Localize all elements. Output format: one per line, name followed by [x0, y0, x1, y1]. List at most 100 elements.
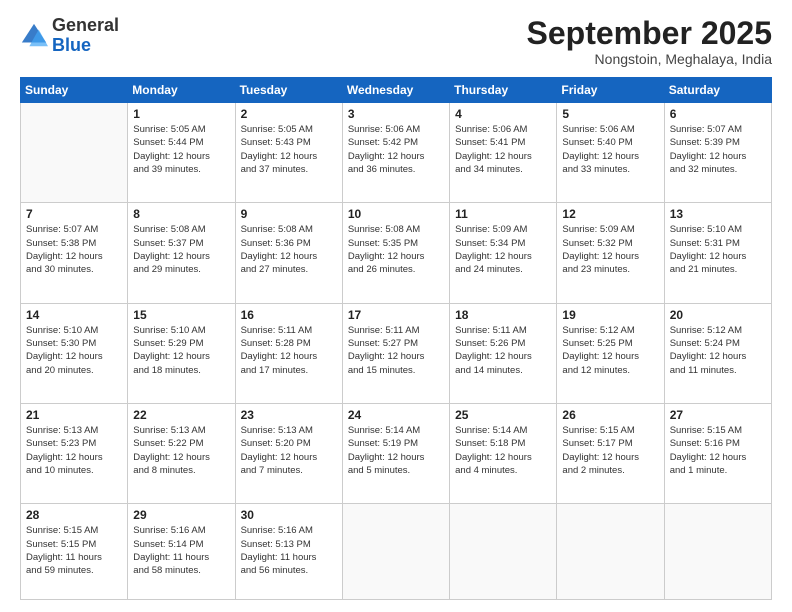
day-number: 21 [26, 408, 122, 422]
table-row: 1 Sunrise: 5:05 AM Sunset: 5:44 PM Daylig… [128, 103, 235, 203]
day-info: Sunrise: 5:15 AM Sunset: 5:16 PM Dayligh… [670, 424, 766, 477]
day-info: Sunrise: 5:12 AM Sunset: 5:24 PM Dayligh… [670, 324, 766, 377]
col-friday: Friday [557, 78, 664, 103]
table-row [342, 504, 449, 600]
table-row: 28Sunrise: 5:15 AM Sunset: 5:15 PM Dayli… [21, 504, 128, 600]
day-number: 14 [26, 308, 122, 322]
day-info: Sunrise: 5:07 AM Sunset: 5:38 PM Dayligh… [26, 223, 122, 276]
day-number: 30 [241, 508, 337, 522]
day-number: 25 [455, 408, 551, 422]
table-row: 6 Sunrise: 5:07 AM Sunset: 5:39 PM Daylig… [664, 103, 771, 203]
day-number: 20 [670, 308, 766, 322]
day-number: 29 [133, 508, 229, 522]
table-row [664, 504, 771, 600]
day-number: 3 [348, 107, 444, 121]
header: General Blue September 2025 Nongstoin, M… [20, 16, 772, 67]
table-row: 23Sunrise: 5:13 AM Sunset: 5:20 PM Dayli… [235, 404, 342, 504]
day-number: 2 [241, 107, 337, 121]
day-number: 8 [133, 207, 229, 221]
day-number: 17 [348, 308, 444, 322]
table-row: 26 Sunrise: 5:15 AM Sunset: 5:17 PM Dayli… [557, 404, 664, 504]
location-subtitle: Nongstoin, Meghalaya, India [527, 51, 772, 67]
table-row: 3 Sunrise: 5:06 AM Sunset: 5:42 PM Daylig… [342, 103, 449, 203]
day-number: 11 [455, 207, 551, 221]
table-row: 30 Sunrise: 5:16 AM Sunset: 5:13 PM Dayli… [235, 504, 342, 600]
day-info: Sunrise: 5:11 AM Sunset: 5:27 PM Dayligh… [348, 324, 444, 377]
col-wednesday: Wednesday [342, 78, 449, 103]
day-number: 16 [241, 308, 337, 322]
month-title: September 2025 [527, 16, 772, 51]
table-row: 16 Sunrise: 5:11 AM Sunset: 5:28 PM Dayli… [235, 303, 342, 403]
day-info: Sunrise: 5:08 AM Sunset: 5:37 PM Dayligh… [133, 223, 229, 276]
calendar-header-row: Sunday Monday Tuesday Wednesday Thursday… [21, 78, 772, 103]
day-number: 18 [455, 308, 551, 322]
page: General Blue September 2025 Nongstoin, M… [0, 0, 792, 612]
table-row: 27 Sunrise: 5:15 AM Sunset: 5:16 PM Dayli… [664, 404, 771, 504]
table-row: 4 Sunrise: 5:06 AM Sunset: 5:41 PM Daylig… [450, 103, 557, 203]
day-info: Sunrise: 5:08 AM Sunset: 5:35 PM Dayligh… [348, 223, 444, 276]
day-info: Sunrise: 5:11 AM Sunset: 5:28 PM Dayligh… [241, 324, 337, 377]
day-info: Sunrise: 5:06 AM Sunset: 5:42 PM Dayligh… [348, 123, 444, 176]
day-number: 12 [562, 207, 658, 221]
table-row: 20 Sunrise: 5:12 AM Sunset: 5:24 PM Dayli… [664, 303, 771, 403]
table-row [21, 103, 128, 203]
table-row: 5 Sunrise: 5:06 AM Sunset: 5:40 PM Daylig… [557, 103, 664, 203]
day-number: 27 [670, 408, 766, 422]
day-info: Sunrise: 5:16 AM Sunset: 5:13 PM Dayligh… [241, 524, 337, 577]
day-info: Sunrise: 5:06 AM Sunset: 5:41 PM Dayligh… [455, 123, 551, 176]
day-info: Sunrise: 5:09 AM Sunset: 5:34 PM Dayligh… [455, 223, 551, 276]
day-info: Sunrise: 5:14 AM Sunset: 5:18 PM Dayligh… [455, 424, 551, 477]
day-number: 19 [562, 308, 658, 322]
day-number: 5 [562, 107, 658, 121]
table-row: 25 Sunrise: 5:14 AM Sunset: 5:18 PM Dayli… [450, 404, 557, 504]
table-row: 2 Sunrise: 5:05 AM Sunset: 5:43 PM Daylig… [235, 103, 342, 203]
table-row [557, 504, 664, 600]
table-row: 14 Sunrise: 5:10 AM Sunset: 5:30 PM Dayli… [21, 303, 128, 403]
day-info: Sunrise: 5:05 AM Sunset: 5:43 PM Dayligh… [241, 123, 337, 176]
logo-icon [20, 22, 48, 50]
day-info: Sunrise: 5:05 AM Sunset: 5:44 PM Dayligh… [133, 123, 229, 176]
day-info: Sunrise: 5:10 AM Sunset: 5:29 PM Dayligh… [133, 324, 229, 377]
day-info: Sunrise: 5:10 AM Sunset: 5:31 PM Dayligh… [670, 223, 766, 276]
day-number: 15 [133, 308, 229, 322]
day-info: Sunrise: 5:10 AM Sunset: 5:30 PM Dayligh… [26, 324, 122, 377]
day-number: 6 [670, 107, 766, 121]
day-number: 13 [670, 207, 766, 221]
day-info: Sunrise: 5:07 AM Sunset: 5:39 PM Dayligh… [670, 123, 766, 176]
table-row: 24Sunrise: 5:14 AM Sunset: 5:19 PM Dayli… [342, 404, 449, 504]
logo-blue-text: Blue [52, 35, 91, 55]
col-sunday: Sunday [21, 78, 128, 103]
day-number: 23 [241, 408, 337, 422]
day-info: Sunrise: 5:06 AM Sunset: 5:40 PM Dayligh… [562, 123, 658, 176]
day-number: 22 [133, 408, 229, 422]
table-row: 8 Sunrise: 5:08 AM Sunset: 5:37 PM Daylig… [128, 203, 235, 303]
logo-text: General Blue [52, 16, 119, 56]
table-row: 12 Sunrise: 5:09 AM Sunset: 5:32 PM Dayli… [557, 203, 664, 303]
day-info: Sunrise: 5:12 AM Sunset: 5:25 PM Dayligh… [562, 324, 658, 377]
day-number: 7 [26, 207, 122, 221]
table-row: 21Sunrise: 5:13 AM Sunset: 5:23 PM Dayli… [21, 404, 128, 504]
col-saturday: Saturday [664, 78, 771, 103]
table-row: 10 Sunrise: 5:08 AM Sunset: 5:35 PM Dayli… [342, 203, 449, 303]
col-tuesday: Tuesday [235, 78, 342, 103]
logo: General Blue [20, 16, 119, 56]
day-info: Sunrise: 5:15 AM Sunset: 5:17 PM Dayligh… [562, 424, 658, 477]
day-number: 10 [348, 207, 444, 221]
day-number: 1 [133, 107, 229, 121]
day-number: 24 [348, 408, 444, 422]
day-info: Sunrise: 5:09 AM Sunset: 5:32 PM Dayligh… [562, 223, 658, 276]
table-row: 11 Sunrise: 5:09 AM Sunset: 5:34 PM Dayli… [450, 203, 557, 303]
day-info: Sunrise: 5:16 AM Sunset: 5:14 PM Dayligh… [133, 524, 229, 577]
day-number: 26 [562, 408, 658, 422]
day-number: 4 [455, 107, 551, 121]
day-number: 28 [26, 508, 122, 522]
day-number: 9 [241, 207, 337, 221]
table-row: 18Sunrise: 5:11 AM Sunset: 5:26 PM Dayli… [450, 303, 557, 403]
table-row: 15 Sunrise: 5:10 AM Sunset: 5:29 PM Dayli… [128, 303, 235, 403]
table-row: 22 Sunrise: 5:13 AM Sunset: 5:22 PM Dayli… [128, 404, 235, 504]
day-info: Sunrise: 5:13 AM Sunset: 5:22 PM Dayligh… [133, 424, 229, 477]
table-row [450, 504, 557, 600]
col-monday: Monday [128, 78, 235, 103]
table-row: 29 Sunrise: 5:16 AM Sunset: 5:14 PM Dayli… [128, 504, 235, 600]
table-row: 13 Sunrise: 5:10 AM Sunset: 5:31 PM Dayli… [664, 203, 771, 303]
